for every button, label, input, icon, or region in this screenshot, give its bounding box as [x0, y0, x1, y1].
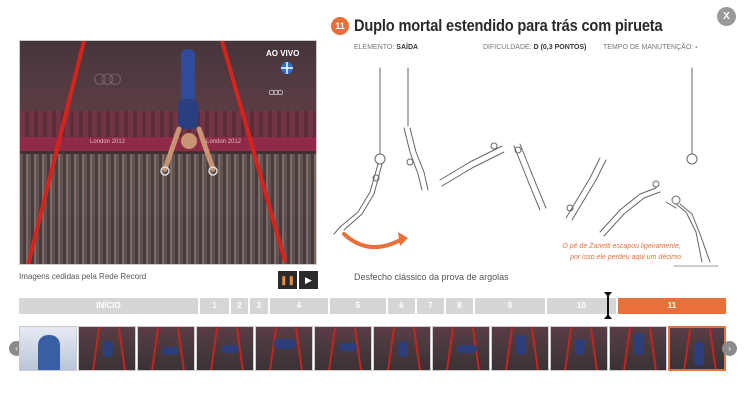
judge-note-line-2: por isso ele perdeu aqui um décimo: [570, 254, 681, 261]
banner-text: London 2012: [90, 139, 126, 145]
player-controls: ❚❚ ▶: [278, 271, 318, 289]
thumbnail-3[interactable]: [196, 326, 254, 371]
pause-button[interactable]: ❚❚: [278, 271, 297, 289]
move-description: Desfecho clássico da prova de argolas: [354, 272, 509, 282]
thumbnail-athlete: [38, 335, 60, 370]
timeline-segment-2[interactable]: 2: [231, 298, 250, 314]
timeline-segment-4[interactable]: 4: [270, 298, 330, 314]
difficulty-info: DIFICULDADE: D (0,3 PONTOS): [483, 44, 586, 51]
tv-logo-icon: [281, 62, 293, 74]
hold-time-value: -: [695, 44, 698, 51]
element-info: ELEMENTO: SAÍDA: [354, 44, 418, 51]
timeline-segment-5[interactable]: 5: [330, 298, 388, 314]
gymnast-figure: [160, 49, 218, 176]
thumbnail-1[interactable]: [78, 326, 136, 371]
hold-time-info: TEMPO DE MANUTENÇÃO: -: [603, 44, 698, 51]
thumbnail-11[interactable]: [668, 326, 726, 371]
olympic-rings-backdrop-icon: ○○○: [92, 63, 123, 93]
timeline-segment-9[interactable]: 9: [475, 298, 547, 314]
thumbnail-7[interactable]: [432, 326, 490, 371]
page-title: Duplo mortal estendido para trás com pir…: [354, 16, 663, 35]
timeline-segment-8[interactable]: 8: [446, 298, 475, 314]
hold-time-label: TEMPO DE MANUTENÇÃO:: [603, 44, 694, 51]
thumbnail-4[interactable]: [255, 326, 313, 371]
thumbnail-strip: [19, 326, 728, 371]
thumbnail-10[interactable]: [609, 326, 667, 371]
difficulty-value: D (0,3 PONTOS): [533, 44, 587, 51]
close-button[interactable]: X: [717, 7, 736, 26]
timeline-segment-7[interactable]: 7: [417, 298, 446, 314]
timeline-segment-1[interactable]: 1: [200, 298, 231, 314]
element-label: ELEMENTO:: [354, 44, 395, 51]
timeline-playhead[interactable]: [604, 292, 612, 319]
live-badge: AO VIVO: [266, 49, 300, 58]
judge-note: O pé de Zanetti escapou ligeiramente, po…: [545, 241, 681, 263]
judge-note-line-1: O pé de Zanetti escapou ligeiramente,: [562, 243, 681, 250]
thumbnail-2[interactable]: [137, 326, 195, 371]
timeline-bar: INÍCIO 1 2 3 4 5 6 7 8 9 10 11: [19, 298, 726, 314]
move-number-badge: 11: [331, 17, 349, 35]
timeline-segment-6[interactable]: 6: [388, 298, 417, 314]
thumbnail-9[interactable]: [550, 326, 608, 371]
thumbnail-6[interactable]: [373, 326, 431, 371]
video-player[interactable]: London 2012 London 2012 ○○○ AO VIVO ○○○: [19, 40, 317, 265]
timeline-segment-start[interactable]: INÍCIO: [19, 298, 200, 314]
thumbs-next-button[interactable]: ›: [722, 341, 737, 356]
timeline-segment-11[interactable]: 11: [618, 298, 726, 314]
thumbnail-5[interactable]: [314, 326, 372, 371]
thumbnail-8[interactable]: [491, 326, 549, 371]
olympic-rings-icon: ○○○: [268, 85, 284, 99]
element-value: SAÍDA: [396, 44, 419, 51]
timeline-segment-3[interactable]: 3: [250, 298, 270, 314]
difficulty-label: DIFICULDADE:: [483, 44, 532, 51]
thumbnail-start[interactable]: [19, 326, 77, 371]
video-caption: Imagens cedidas pela Rede Record: [19, 272, 147, 281]
play-button[interactable]: ▶: [299, 271, 318, 289]
